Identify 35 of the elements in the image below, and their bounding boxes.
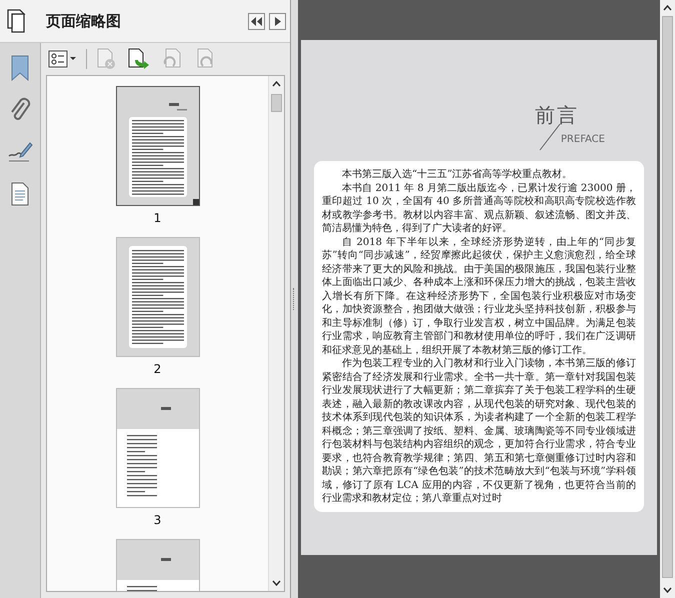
- scroll-up-icon: [272, 81, 281, 87]
- panel-title: 页面缩略图: [46, 12, 122, 30]
- scroll-thumb[interactable]: [271, 94, 282, 112]
- scroll-down-icon: [663, 587, 672, 593]
- signature-pen-icon: [7, 140, 33, 164]
- body-paragraph: 作为包装工程专业的入门教材和行业入门读物，本书第三版的修订紧密结合了经济发展和行业需求。全书一共十章。第一章针对我国包装行业发展现状进行了大幅更新；第二章摈弃了关于包装工程学科的生硬表述，融入最新的教改课改内容，从现代包装的研究对象、现代包装的技术体系到现代包装的知识体系，为读者构建了一个全新的包装工程学科概念；第三章强调了按纸、塑料、金属、玻璃陶瓷等不同专业领域进行包装材料与包装结构内容组织的观念，更加符合行业需求，符合专业要求，也符合教育教学规律；第四、第五和第七章侧重修订过时内容和勘误；第六章把原有“绿色包装”的技术范畴放大到“包装与环境”学科领域，修订了原有 LCA 应用的内容，不仅更新了视角，也更符合当前的行业需求和教材定位；第八章重点对过时: [322, 357, 636, 506]
- scroll-thumb[interactable]: [662, 16, 673, 578]
- body-paragraph: 自 2018 年下半年以来，全球经济形势逆转，由上年的“同步复苏”转向“同步减速”，经贸摩擦此起彼伏，保护主义愈演愈烈，给全球经济带来了更大的风险和挑战。由于美国的极限施压，我国包装行业整体上面临出口减少、各种成本上涨和环保压力增大的挑战，包装主营收入增长有所下降。在这种经济形势下，全国包装行业积极应对市场变化，加快资源整合，抱团做大做强；行业龙头坚持科技创新，积极参与和主导标准制（修）订，争取行业发言权，树立中国品牌。为满足包装行业需求，响应教育主管部门和教材使用单位的呼吁，我们在广泛调研和征求意见的基础上，组织开展了本教材第三版的修订工作。: [322, 236, 636, 357]
- body-paragraph: 本书自 2011 年 8 月第二版出版迄今，已累计发行逾 23000 册，重印超过 10 次，全国有 40 多所普通高等院校和高职高专院校选作教材或教学参考书。教材以内容丰富、观点新颖、叙述流畅、图文并茂、简洁易懂为特色，得到了广大读者的好评。: [322, 182, 636, 236]
- slash-line: [538, 123, 561, 151]
- page-subheading: PREFACE: [560, 134, 605, 145]
- bookmark-icon: [10, 55, 30, 81]
- body-paragraph: 本书第三版入选“十三五”江苏省高等学校重点教材。: [341, 168, 574, 182]
- options-menu-icon: [48, 50, 78, 68]
- double-left-arrow-icon: [251, 16, 262, 26]
- paperclip-icon: [9, 97, 31, 123]
- scrollbar[interactable]: [268, 76, 284, 591]
- page-heading: 前言: [534, 102, 579, 129]
- scroll-up-icon: [663, 5, 672, 11]
- page-thumbnail[interactable]: [116, 237, 200, 357]
- insert-page-icon: [127, 48, 151, 70]
- expand-button[interactable]: [269, 12, 286, 30]
- page-number: 2: [154, 362, 162, 376]
- right-arrow-icon: [274, 16, 280, 26]
- view-handle[interactable]: [192, 199, 198, 205]
- collapse-button[interactable]: [248, 12, 265, 30]
- page-thumbnail[interactable]: [116, 388, 200, 508]
- page-number: 1: [154, 211, 162, 225]
- delete-page-icon: [95, 48, 117, 70]
- page-thumbnail[interactable]: [116, 86, 200, 206]
- page-number: 3: [154, 513, 162, 527]
- rotate-left-icon: [161, 48, 183, 70]
- document-icon: [10, 182, 30, 206]
- scrollbar[interactable]: [660, 0, 675, 598]
- scroll-down-icon: [272, 580, 281, 586]
